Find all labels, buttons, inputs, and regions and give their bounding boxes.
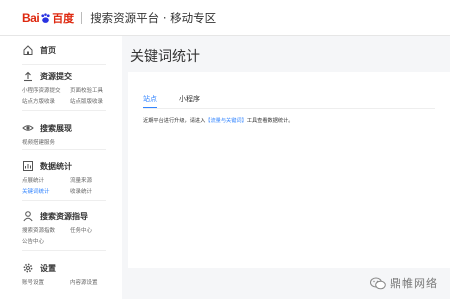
sidebar-divider [22,200,106,201]
eye-icon [22,125,34,131]
sidebar-divider [22,149,106,150]
notice-suffix: 工具查看数据统计。 [246,118,294,124]
sidebar-link[interactable]: 视频搭建服务 [22,138,70,146]
section-title: 设置 [40,263,56,273]
gear-icon [23,263,33,273]
sidebar-link[interactable]: 站点版版收录 [70,97,118,105]
tab-site[interactable]: 站点 [143,94,157,108]
sidebar-item-label: 首页 [40,45,56,55]
sidebar-section-search-guide: 搜索资源指导 搜索资源指数 任务中心 公告中心 [0,208,122,246]
logo-divider [81,12,83,24]
logo-du-text: 百度 [52,12,75,25]
top-header: Bai 百度 搜索资源平台 · 移动专区 [0,0,450,36]
section-title: 资源提交 [40,71,72,81]
traffic-keyword-link[interactable]: 【流量与关键词】 [205,118,247,124]
sidebar: 首页 资源提交 小程序资源提交 页面校验工具 站点方版收录 站点版版收录 搜索展… [0,36,122,299]
wechat-icon [370,277,386,289]
upgrade-notice: 近期平台进行升级，请进入【流量与关键词】工具查看数据统计。 [143,117,293,124]
sidebar-link[interactable]: 小程序资源提交 [22,86,70,94]
platform-title: 搜索资源平台 · 移动专区 [90,11,217,25]
stats-icon [23,161,33,171]
upload-icon [24,71,32,82]
section-title: 搜索展现 [40,123,72,133]
sidebar-link[interactable]: 公告中心 [22,237,70,245]
section-title: 搜索资源指导 [40,211,88,221]
sidebar-section-search-display: 搜索展现 视频搭建服务 [0,120,122,147]
sidebar-item-home[interactable]: 首页 [0,42,122,58]
sidebar-link[interactable]: 任务中心 [70,226,118,234]
sidebar-link[interactable]: 内容源设置 [70,278,118,286]
tab-bar: 站点 小程序 [143,94,222,108]
user-icon [23,211,33,222]
baidu-paw-icon [41,12,50,23]
baidu-logo[interactable]: Bai 百度 搜索资源平台 · 移动专区 [22,10,216,26]
tab-mini-program[interactable]: 小程序 [179,94,200,108]
logo-bai-text: Bai [22,11,40,25]
sidebar-section-resource-submit: 资源提交 小程序资源提交 页面校验工具 站点方版收录 站点版版收录 [0,68,122,106]
sidebar-link[interactable]: 账号设置 [22,278,70,286]
sidebar-section-settings: 设置 账号设置 内容源设置 [0,260,122,287]
notice-prefix: 近期平台进行升级，请进入 [143,118,206,124]
sidebar-link[interactable]: 点展统计 [22,176,70,184]
home-icon [23,45,33,55]
sidebar-link[interactable]: 页面校验工具 [70,86,118,94]
sidebar-section-data-stats: 数据统计 点展统计 流量来源 关键词统计 收录统计 [0,158,122,196]
content-card: 站点 小程序 近期平台进行升级，请进入【流量与关键词】工具查看数据统计。 [128,72,450,268]
sidebar-divider [22,64,106,65]
tab-divider [143,108,435,109]
page-title: 关键词统计 [130,49,200,65]
sidebar-link[interactable]: 收录统计 [70,187,118,195]
watermark-text: 鼎帷网络 [390,277,438,290]
watermark: 鼎帷网络 [370,275,438,291]
sidebar-divider [22,250,106,251]
sidebar-link[interactable]: 流量来源 [70,176,118,184]
sidebar-divider [22,110,106,111]
sidebar-link[interactable]: 站点方版收录 [22,97,70,105]
sidebar-link-active[interactable]: 关键词统计 [22,187,70,195]
sidebar-link[interactable]: 搜索资源指数 [22,226,70,234]
section-title: 数据统计 [40,161,72,171]
